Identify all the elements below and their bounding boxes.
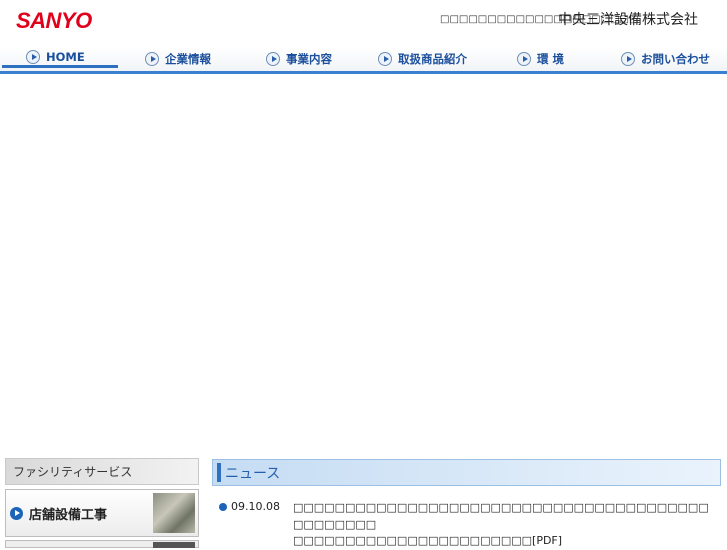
news-heading-label: ニュース xyxy=(225,465,281,482)
bullet-icon xyxy=(219,503,227,511)
nav-home[interactable]: HOME xyxy=(2,49,118,68)
play-icon xyxy=(145,52,159,66)
nav-products-label: 取扱商品紹介 xyxy=(398,52,467,66)
news-pdf-link[interactable]: □□□□□□□□□□□□□□□□□□□□□□□[PDF] xyxy=(293,533,717,550)
nav-business-label: 事業内容 xyxy=(286,52,332,66)
arrow-circle-icon xyxy=(10,506,23,520)
nav-business[interactable]: 事業内容 xyxy=(266,49,332,69)
nav-contact-label: お問い合わせ xyxy=(641,52,710,66)
global-nav: HOME 企業情報 事業内容 取扱商品紹介 環 境 お問い合わせ xyxy=(0,47,727,74)
sidebar-heading: ファシリティサービス xyxy=(5,458,199,485)
play-icon xyxy=(621,52,635,66)
play-icon xyxy=(378,52,392,66)
store-equipment-label: 店舗設備工事 xyxy=(29,507,108,523)
store-shelves-thumbnail xyxy=(153,493,195,533)
nav-company[interactable]: 企業情報 xyxy=(145,49,211,69)
news-body: □□□□□□□□□□□□□□□□□□□□□□□□□□□□□□□□□□□□□□□□… xyxy=(293,500,717,550)
next-service-thumbnail xyxy=(153,542,195,548)
play-icon xyxy=(517,52,531,66)
nav-home-label: HOME xyxy=(46,50,85,64)
nav-contact[interactable]: お問い合わせ xyxy=(621,49,710,69)
heading-bar xyxy=(217,463,221,482)
next-service-link[interactable] xyxy=(5,540,199,548)
news-text: □□□□□□□□□□□□□□□□□□□□□□□□□□□□□□□□□□□□□□□□… xyxy=(293,501,709,531)
sidebar-heading-label: ファシリティサービス xyxy=(13,465,133,479)
news-heading: ニュース xyxy=(212,459,721,486)
nav-environment[interactable]: 環 境 xyxy=(517,49,564,69)
nav-environment-label: 環 境 xyxy=(537,52,565,66)
news-date: 09.10.08 xyxy=(231,500,280,513)
play-icon xyxy=(26,50,40,64)
nav-company-label: 企業情報 xyxy=(165,52,211,66)
store-equipment-link[interactable]: 店舗設備工事 xyxy=(5,489,199,537)
company-name: 中央三洋設備株式会社 xyxy=(558,12,698,28)
play-icon xyxy=(266,52,280,66)
sanyo-logo[interactable]: SANYO xyxy=(16,8,92,34)
nav-products[interactable]: 取扱商品紹介 xyxy=(378,49,467,69)
